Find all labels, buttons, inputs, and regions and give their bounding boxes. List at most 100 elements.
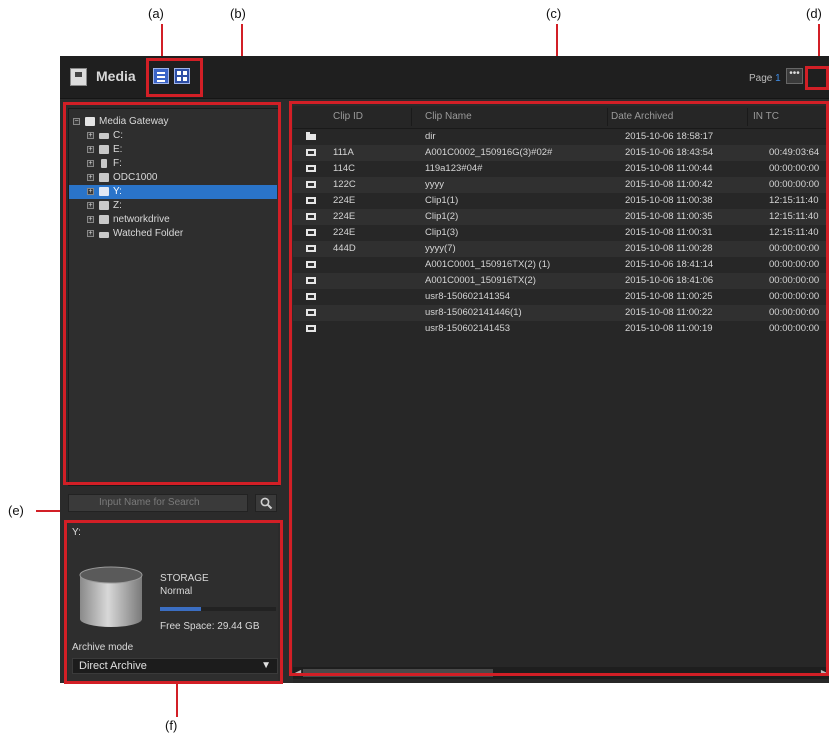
table-row[interactable]: 122C yyyy 2015-10-08 11:00:42 00:00:00:00: [293, 177, 829, 193]
column-header-in-tc[interactable]: IN TC: [753, 111, 779, 123]
scroll-right-icon[interactable]: ▶: [821, 668, 827, 677]
column-divider[interactable]: [747, 108, 748, 126]
table-row[interactable]: 444D yyyy(7) 2015-10-08 11:00:28 00:00:00:0…: [293, 241, 829, 257]
scroll-left-icon[interactable]: ◀: [295, 668, 301, 677]
expand-icon[interactable]: +: [87, 146, 94, 153]
callout-f: (f): [165, 718, 178, 733]
cell-in-tc: 12:15:11:40: [769, 211, 819, 222]
clip-icon: [306, 149, 316, 156]
table-row[interactable]: 224E Clip1(2) 2015-10-08 11:00:35 12:15:11:…: [293, 209, 829, 225]
expand-icon[interactable]: +: [87, 174, 94, 181]
cell-clip-name: A001C0002_150916G(3)#02#: [425, 147, 553, 158]
cell-date-archived: 2015-10-08 11:00:35: [625, 211, 713, 222]
chevron-down-icon: ▼: [261, 660, 271, 671]
clip-icon: [306, 181, 316, 188]
table-row[interactable]: A001C0001_150916TX(2) (1) 2015-10-06 18:4…: [293, 257, 829, 273]
column-header-date-archived[interactable]: Date Archived: [611, 111, 673, 123]
callout-a: (a): [148, 6, 164, 21]
watched-folder-icon: [99, 232, 109, 238]
cell-clip-name: usr8-150602141453: [425, 323, 511, 334]
tree-item-f[interactable]: + F:: [69, 157, 277, 171]
tree-item-watched-folder[interactable]: + Watched Folder: [69, 227, 277, 241]
table-row[interactable]: usr8-150602141446(1) 2015-10-08 11:00:22 0…: [293, 305, 829, 321]
cell-clip-name: usr8-150602141446(1): [425, 307, 522, 318]
tree-item-label: Watched Folder: [113, 228, 184, 239]
search-input[interactable]: Input Name for Search: [68, 494, 248, 512]
page-indicator: Page 1: [749, 73, 781, 84]
expand-icon[interactable]: +: [87, 230, 94, 237]
search-button[interactable]: [255, 494, 277, 512]
clip-icon: [306, 325, 316, 332]
cell-in-tc: 00:49:03:64: [769, 147, 820, 158]
clip-icon: [306, 165, 316, 172]
drive-icon: [99, 133, 109, 139]
tree-item-label: Z:: [113, 200, 122, 211]
table-row[interactable]: dir 2015-10-06 18:58:17: [293, 129, 829, 145]
cell-clip-id: 122C: [333, 179, 356, 190]
table-row[interactable]: 111A A001C0002_150916G(3)#02# 2015-10-06 1…: [293, 145, 829, 161]
table-row[interactable]: usr8-150602141354 2015-10-08 11:00:25 00:0…: [293, 289, 829, 305]
network-drive-icon: [99, 201, 109, 210]
callout-d: (d): [806, 6, 822, 21]
list-view-button[interactable]: [153, 68, 169, 84]
archive-mode-dropdown[interactable]: Direct Archive ▼: [72, 658, 278, 674]
archive-mode-label: Archive mode: [72, 642, 134, 653]
cell-clip-name: Clip1(3): [425, 227, 459, 238]
table-row[interactable]: A001C0001_150916TX(2) 2015-10-06 18:41:06…: [293, 273, 829, 289]
expand-icon[interactable]: +: [87, 132, 94, 139]
clip-icon: [306, 293, 316, 300]
cell-date-archived: 2015-10-08 11:00:28: [625, 243, 713, 254]
cell-clip-name: yyyy(7): [425, 243, 456, 254]
leader-a: [161, 24, 163, 58]
callout-e: (e): [8, 503, 24, 518]
collapse-icon[interactable]: −: [73, 118, 80, 125]
cell-date-archived: 2015-10-06 18:41:06: [625, 275, 714, 286]
page-number[interactable]: 1: [775, 73, 781, 84]
cell-date-archived: 2015-10-06 18:41:14: [625, 259, 714, 270]
clip-icon: [306, 261, 316, 268]
tree-item-label: networkdrive: [113, 214, 170, 225]
cell-date-archived: 2015-10-06 18:43:54: [625, 147, 714, 158]
selected-drive-label: Y:: [72, 527, 81, 538]
table-row[interactable]: 224E Clip1(3) 2015-10-08 11:00:31 12:15:11:…: [293, 225, 829, 241]
search-icon: [260, 497, 273, 510]
cell-clip-id: 224E: [333, 227, 356, 238]
cell-clip-id: 444D: [333, 243, 356, 254]
table-row[interactable]: usr8-150602141453 2015-10-08 11:00:19 00:0…: [293, 321, 829, 337]
cell-in-tc: 00:00:00:00: [769, 163, 820, 174]
tree-item-y[interactable]: + Y:: [69, 185, 277, 199]
storage-panel: Y: STORAGE Normal Free Space: 29.44 GB A…: [68, 521, 278, 683]
column-header-clip-id[interactable]: Clip ID: [333, 111, 363, 123]
media-icon: [70, 68, 87, 86]
cell-date-archived: 2015-10-06 18:58:17: [625, 131, 714, 142]
more-options-button[interactable]: •••: [786, 68, 803, 84]
callout-b: (b): [230, 6, 246, 21]
horizontal-scrollbar[interactable]: ◀ ▶: [293, 667, 829, 679]
tree-item-networkdrive[interactable]: + networkdrive: [69, 213, 277, 227]
table-row[interactable]: 224E Clip1(1) 2015-10-08 11:00:38 12:15:11:…: [293, 193, 829, 209]
expand-icon[interactable]: +: [87, 188, 94, 195]
cell-in-tc: 00:00:00:00: [769, 275, 820, 286]
column-header-clip-name[interactable]: Clip Name: [425, 111, 472, 123]
folder-icon: [306, 132, 316, 140]
table-row[interactable]: 114C 119a123#04# 2015-10-08 11:00:44 00:00:…: [293, 161, 829, 177]
expand-icon[interactable]: +: [87, 202, 94, 209]
column-divider[interactable]: [411, 108, 412, 126]
tree-item-e[interactable]: + E:: [69, 143, 277, 157]
tree-item-media-gateway[interactable]: − Media Gateway: [69, 115, 277, 129]
cell-clip-id: 224E: [333, 195, 356, 206]
tree-item-c[interactable]: + C:: [69, 129, 277, 143]
cell-clip-name: A001C0001_150916TX(2) (1): [425, 259, 551, 270]
storage-usage-fill: [160, 607, 201, 611]
expand-icon[interactable]: +: [87, 216, 94, 223]
tree-item-odc1000[interactable]: + ODC1000: [69, 171, 277, 185]
tree-item-label: ODC1000: [113, 172, 158, 183]
folder-tree-panel: − Media Gateway + C: + E: + F: + ODC1000…: [68, 108, 280, 486]
column-divider[interactable]: [607, 108, 608, 126]
clip-icon: [306, 213, 316, 220]
cell-date-archived: 2015-10-08 11:00:31: [625, 227, 713, 238]
tree-item-z[interactable]: + Z:: [69, 199, 277, 213]
grid-view-button[interactable]: [174, 68, 190, 84]
scrollbar-thumb[interactable]: [303, 669, 493, 677]
expand-icon[interactable]: +: [87, 160, 94, 167]
